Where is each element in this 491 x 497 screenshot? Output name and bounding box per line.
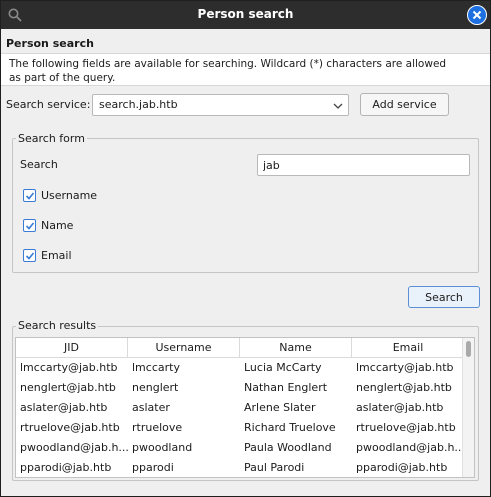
table-row[interactable]: rtruelove@jab.htb rtruelove Richard True…: [16, 418, 464, 438]
email-checkbox[interactable]: [23, 249, 36, 262]
cell-name: Arlene Slater: [244, 401, 316, 414]
cell-email: pwoodland@jab.h...: [356, 441, 464, 454]
add-service-button[interactable]: Add service: [360, 93, 449, 116]
search-button[interactable]: Search: [408, 286, 480, 308]
cell-jid: aslater@jab.htb: [20, 401, 108, 414]
table-row[interactable]: pwoodland@jab.h... pwoodland Paula Woodl…: [16, 438, 464, 458]
search-label: Search: [20, 158, 58, 171]
cell-name: Nathan Englert: [244, 381, 328, 394]
name-checkbox-label: Name: [41, 219, 74, 232]
table-row[interactable]: aslater@jab.htb aslater Arlene Slater as…: [16, 398, 464, 418]
description-text: The following fields are available for s…: [9, 58, 447, 84]
cell-username: pwoodland: [132, 441, 193, 454]
cell-jid: nenglert@jab.htb: [20, 381, 116, 394]
cell-name: Paula Woodland: [244, 441, 332, 454]
results-scrollbar[interactable]: [462, 338, 474, 477]
email-checkbox-label: Email: [41, 249, 72, 262]
cell-username: lmccarty: [132, 361, 180, 374]
close-icon[interactable]: [467, 5, 487, 25]
column-header-email[interactable]: Email: [352, 338, 464, 357]
cell-name: Richard Truelove: [244, 421, 336, 434]
table-row[interactable]: lmccarty@jab.htb lmccarty Lucia McCarty …: [16, 358, 464, 378]
column-header-name[interactable]: Name: [240, 338, 352, 357]
chevron-down-icon: [332, 100, 344, 112]
cell-jid: lmccarty@jab.htb: [20, 361, 118, 374]
table-header: JID Username Name Email: [16, 338, 464, 358]
search-service-value: search.jab.htb: [99, 98, 178, 111]
cell-name: Lucia McCarty: [244, 361, 322, 374]
email-checkbox-row[interactable]: Email: [23, 249, 72, 262]
search-results-title: Search results: [16, 319, 99, 332]
username-checkbox-row[interactable]: Username: [23, 189, 97, 202]
page-heading: Person search: [6, 37, 94, 50]
column-header-jid[interactable]: JID: [16, 338, 128, 357]
search-form-title: Search form: [16, 132, 87, 145]
name-checkbox-row[interactable]: Name: [23, 219, 73, 232]
name-checkbox[interactable]: [23, 219, 36, 232]
table-row[interactable]: nenglert@jab.htb nenglert Nathan Englert…: [16, 378, 464, 398]
username-checkbox-label: Username: [41, 189, 98, 202]
column-header-username[interactable]: Username: [128, 338, 240, 357]
title-bar[interactable]: Person search: [1, 1, 490, 29]
cell-email: aslater@jab.htb: [356, 401, 444, 414]
window-title: Person search: [197, 7, 294, 21]
cell-name: Paul Parodi: [244, 461, 305, 474]
cell-username: aslater: [132, 401, 170, 414]
search-input[interactable]: [257, 154, 470, 176]
cell-username: rtruelove: [132, 421, 183, 434]
table-row[interactable]: pparodi@jab.htb pparodi Paul Parodi ppar…: [16, 458, 464, 477]
description-panel: The following fields are available for s…: [1, 53, 490, 86]
cell-username: pparodi: [132, 461, 174, 474]
cell-email: lmccarty@jab.htb: [356, 361, 454, 374]
cell-email: rtruelove@jab.htb: [356, 421, 456, 434]
scrollbar-thumb[interactable]: [466, 341, 471, 357]
checkmark-icon: [25, 221, 34, 230]
cell-email: pparodi@jab.htb: [356, 461, 448, 474]
person-search-dialog: Person search Person search The followin…: [0, 0, 491, 497]
cell-username: nenglert: [132, 381, 179, 394]
cell-jid: pwoodland@jab.h...: [20, 441, 128, 454]
cell-email: nenglert@jab.htb: [356, 381, 452, 394]
search-service-select[interactable]: search.jab.htb: [92, 94, 349, 116]
cell-jid: rtruelove@jab.htb: [20, 421, 120, 434]
results-table: JID Username Name Email lmccarty@jab.htb…: [15, 337, 475, 478]
username-checkbox[interactable]: [23, 189, 36, 202]
table-body: lmccarty@jab.htb lmccarty Lucia McCarty …: [16, 358, 464, 477]
checkmark-icon: [25, 191, 34, 200]
cell-jid: pparodi@jab.htb: [20, 461, 112, 474]
checkmark-icon: [25, 251, 34, 260]
search-service-label: Search service:: [6, 98, 91, 111]
